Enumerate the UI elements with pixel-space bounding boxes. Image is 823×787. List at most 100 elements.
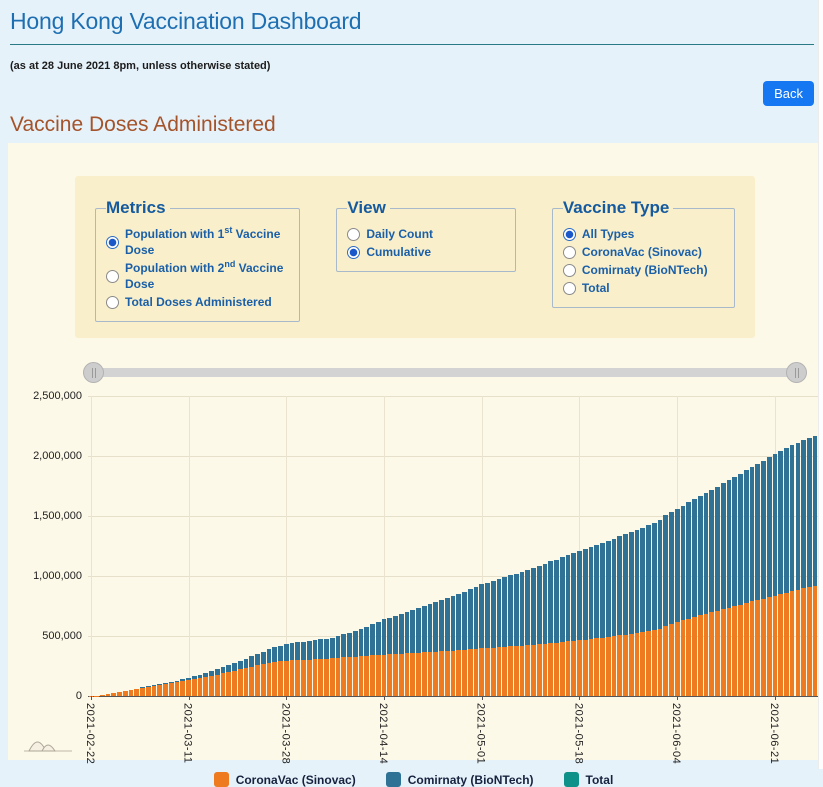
- bar-segment-sinovac: [767, 597, 772, 696]
- stacked-bar: [451, 596, 456, 696]
- bar-segment-biontech: [313, 640, 318, 659]
- stacked-bar: [520, 572, 525, 696]
- stacked-bar: [238, 661, 243, 696]
- stacked-bar: [215, 669, 220, 696]
- bar-segment-biontech: [548, 561, 553, 643]
- radio-option-daily-count[interactable]: Daily Count: [347, 226, 502, 242]
- bar-segment-sinovac: [629, 634, 634, 696]
- bar-segment-sinovac: [566, 641, 571, 696]
- stacked-bar: [456, 594, 461, 696]
- bar-segment-sinovac: [318, 659, 323, 696]
- bar-segment-sinovac: [508, 646, 513, 696]
- stacked-bar: [192, 676, 197, 696]
- bar-segment-biontech: [537, 566, 542, 645]
- slider-handle-left[interactable]: [83, 362, 104, 383]
- stacked-bar: [261, 652, 266, 696]
- date-range-slider[interactable]: [85, 362, 805, 384]
- bar-segment-biontech: [531, 568, 536, 645]
- bar-segment-sinovac: [175, 682, 180, 696]
- bar-segment-biontech: [405, 612, 410, 653]
- stacked-bar: [640, 528, 645, 696]
- stacked-bar: [439, 600, 444, 696]
- stacked-bar: [732, 477, 737, 696]
- bar-segment-sinovac: [336, 658, 341, 696]
- radio-all-types[interactable]: [563, 228, 576, 241]
- bar-segment-sinovac: [543, 644, 548, 696]
- stacked-bar: [336, 636, 341, 696]
- stacked-bar: [738, 474, 743, 696]
- stacked-bar: [445, 598, 450, 696]
- radio-option-cumulative[interactable]: Cumulative: [347, 244, 502, 260]
- radio-option-all-types[interactable]: All Types: [563, 226, 722, 242]
- radio-cumulative[interactable]: [347, 246, 360, 259]
- radio-option-label: Daily Count: [366, 226, 433, 242]
- bar-segment-biontech: [428, 604, 433, 652]
- stacked-bar: [140, 687, 145, 696]
- stacked-bar: [675, 509, 680, 696]
- bar-segment-sinovac: [255, 665, 260, 696]
- legend-item[interactable]: Total: [564, 772, 614, 787]
- bar-segment-biontech: [295, 642, 300, 660]
- bar-segment-biontech: [433, 602, 438, 651]
- bar-segment-sinovac: [221, 673, 226, 696]
- stacked-bar: [652, 523, 657, 696]
- radio-option-total-type[interactable]: Total: [563, 280, 722, 296]
- stacked-bar: [784, 448, 789, 696]
- bar-segment-sinovac: [284, 661, 289, 696]
- bar-segment-biontech: [640, 528, 645, 633]
- stacked-bar: [566, 555, 571, 696]
- stacked-bar: [617, 536, 622, 696]
- page-header: Hong Kong Vaccination Dashboard (as at 2…: [0, 0, 823, 137]
- bar-segment-sinovac: [485, 648, 490, 696]
- bar-segment-sinovac: [313, 659, 318, 696]
- bar-segment-biontech: [784, 448, 789, 592]
- bar-segment-biontech: [715, 487, 720, 611]
- back-row: Back: [10, 81, 814, 106]
- bar-segment-biontech: [422, 606, 427, 652]
- radio-total-doses[interactable]: [106, 296, 119, 309]
- radio-option-coronavac[interactable]: CoronaVac (Sinovac): [563, 244, 722, 260]
- stacked-bar: [646, 525, 651, 696]
- radio-total-type[interactable]: [563, 282, 576, 295]
- radio-coronavac[interactable]: [563, 246, 576, 259]
- stacked-bar: [468, 589, 473, 696]
- bar-segment-sinovac: [686, 619, 691, 696]
- bar-segment-sinovac: [692, 617, 697, 696]
- bar-segment-sinovac: [502, 647, 507, 696]
- bar-segment-biontech: [520, 572, 525, 646]
- radio-option-label: All Types: [582, 226, 634, 242]
- stacked-bar: [623, 534, 628, 696]
- legend-item[interactable]: Comirnaty (BioNTech): [386, 772, 534, 787]
- stacked-bar: [301, 642, 306, 696]
- bar-segment-biontech: [773, 454, 778, 596]
- radio-comirnaty[interactable]: [563, 264, 576, 277]
- radio-1st-dose[interactable]: [106, 236, 119, 249]
- bar-segment-biontech: [560, 557, 565, 642]
- radio-option-label: Comirnaty (BioNTech): [582, 262, 708, 278]
- radio-option-total-doses[interactable]: Total Doses Administered: [106, 294, 287, 310]
- radio-option-comirnaty[interactable]: Comirnaty (BioNTech): [563, 262, 722, 278]
- back-button[interactable]: Back: [763, 81, 814, 106]
- x-tick-mark: [286, 696, 287, 700]
- bar-segment-sinovac: [301, 660, 306, 696]
- bar-segment-sinovac: [393, 654, 398, 696]
- slider-track[interactable]: [87, 368, 803, 377]
- stacked-bar: [813, 436, 818, 696]
- bar-segment-biontech: [249, 656, 254, 666]
- stacked-bar: [508, 575, 513, 696]
- radio-2nd-dose[interactable]: [106, 270, 119, 283]
- x-tick-mark: [677, 696, 678, 700]
- stacked-bar-chart-plot[interactable]: 0500,0001,000,0001,500,0002,000,0002,500…: [88, 396, 818, 696]
- slider-handle-right[interactable]: [786, 362, 807, 383]
- bar-segment-sinovac: [778, 594, 783, 696]
- radio-option-2nd-dose[interactable]: Population with 2nd Vaccine Dose: [106, 260, 287, 292]
- legend-item[interactable]: CoronaVac (Sinovac): [214, 772, 356, 787]
- bar-segment-biontech: [382, 619, 387, 654]
- bar-segment-biontech: [284, 644, 289, 661]
- stacked-bar: [152, 685, 157, 696]
- radio-option-1st-dose[interactable]: Population with 1st Vaccine Dose: [106, 226, 287, 258]
- bar-segment-biontech: [341, 634, 346, 657]
- x-tick-mark: [482, 696, 483, 700]
- radio-daily-count[interactable]: [347, 228, 360, 241]
- page-scrollbar[interactable]: [818, 0, 823, 769]
